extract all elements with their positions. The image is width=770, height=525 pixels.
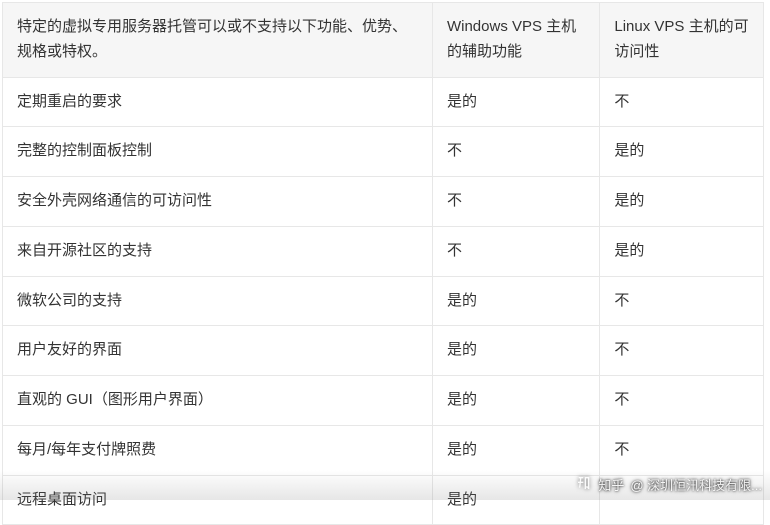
table-row: 微软公司的支持是的不 (3, 276, 764, 326)
cell-feature: 直观的 GUI（图形用户界面） (3, 376, 433, 426)
header-windows: Windows VPS 主机的辅助功能 (432, 3, 599, 78)
header-linux: Linux VPS 主机的可访问性 (600, 3, 764, 78)
table-row: 直观的 GUI（图形用户界面）是的不 (3, 376, 764, 426)
comparison-table: 特定的虚拟专用服务器托管可以或不支持以下功能、优势、规格或特权。 Windows… (2, 2, 764, 525)
table-row: 来自开源社区的支持不是的 (3, 226, 764, 276)
cell-feature: 定期重启的要求 (3, 77, 433, 127)
cell-linux: 是的 (600, 226, 764, 276)
table-row: 完整的控制面板控制不是的 (3, 127, 764, 177)
cell-linux: 不 (600, 326, 764, 376)
cell-linux: 是的 (600, 127, 764, 177)
comparison-table-container: 特定的虚拟专用服务器托管可以或不支持以下功能、优势、规格或特权。 Windows… (0, 0, 770, 525)
cell-windows: 不 (432, 127, 599, 177)
table-row: 定期重启的要求是的不 (3, 77, 764, 127)
cell-linux: 不 (600, 276, 764, 326)
cell-feature: 微软公司的支持 (3, 276, 433, 326)
cell-windows: 是的 (432, 276, 599, 326)
cell-windows: 是的 (432, 326, 599, 376)
cell-windows: 不 (432, 226, 599, 276)
cell-linux: 不 (600, 425, 764, 475)
cell-feature: 每月/每年支付牌照费 (3, 425, 433, 475)
table-header-row: 特定的虚拟专用服务器托管可以或不支持以下功能、优势、规格或特权。 Windows… (3, 3, 764, 78)
cell-windows: 是的 (432, 425, 599, 475)
cell-feature: 来自开源社区的支持 (3, 226, 433, 276)
table-row: 安全外壳网络通信的可访问性不是的 (3, 177, 764, 227)
table-row: 每月/每年支付牌照费是的不 (3, 425, 764, 475)
cell-windows: 是的 (432, 376, 599, 426)
cell-windows: 是的 (432, 77, 599, 127)
cell-windows: 不 (432, 177, 599, 227)
table-row: 用户友好的界面是的不 (3, 326, 764, 376)
cell-feature: 完整的控制面板控制 (3, 127, 433, 177)
cell-linux: 不 (600, 77, 764, 127)
header-feature: 特定的虚拟专用服务器托管可以或不支持以下功能、优势、规格或特权。 (3, 3, 433, 78)
cell-linux: 不 (600, 376, 764, 426)
cell-linux: 是的 (600, 177, 764, 227)
cell-feature: 用户友好的界面 (3, 326, 433, 376)
cell-feature: 安全外壳网络通信的可访问性 (3, 177, 433, 227)
